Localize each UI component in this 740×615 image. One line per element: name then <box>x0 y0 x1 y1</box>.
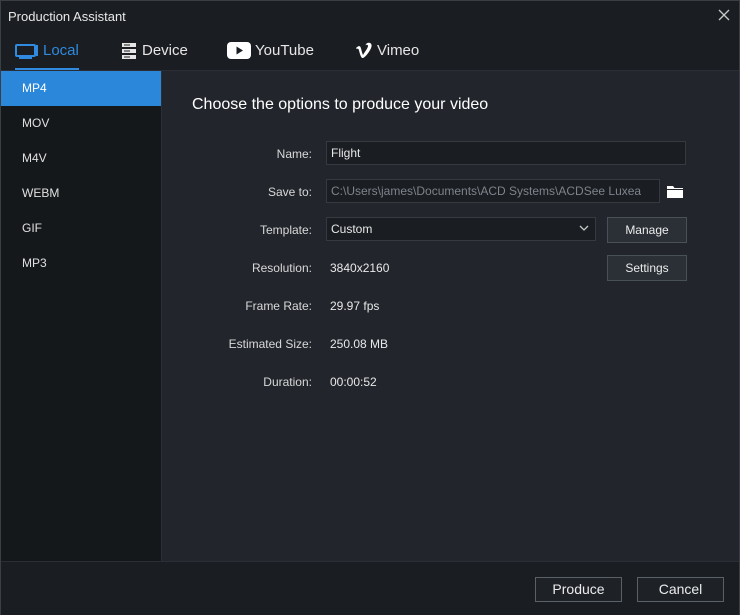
chevron-down-icon <box>579 225 589 231</box>
close-icon[interactable] <box>717 8 731 22</box>
format-item-m4v[interactable]: M4V <box>1 141 161 176</box>
monitor-icon <box>15 42 39 60</box>
duration-value: 00:00:52 <box>330 375 377 389</box>
dialog-footer: Produce Cancel <box>1 561 739 615</box>
estimated-size-value: 250.08 MB <box>330 337 389 351</box>
name-field[interactable]: Flight <box>326 141 686 165</box>
vimeo-icon <box>355 42 373 60</box>
tab-vimeo[interactable]: Vimeo <box>355 31 419 70</box>
tab-device-label: Device <box>142 42 188 59</box>
production-assistant-window: Production Assistant Local Device YouTub… <box>0 0 740 615</box>
manage-button[interactable]: Manage <box>607 217 687 243</box>
estimated-size-label: Estimated Size: <box>228 337 312 351</box>
save-to-field[interactable]: C:\Users\james\Documents\ACD Systems\ACD… <box>326 179 660 203</box>
folder-icon[interactable] <box>667 185 683 198</box>
page-title: Choose the options to produce your video <box>192 96 489 113</box>
destination-tabs: Local Device YouTube Vimeo <box>1 31 739 71</box>
window-title: Production Assistant <box>8 9 126 24</box>
format-item-mp3[interactable]: MP3 <box>1 246 161 281</box>
resolution-value: 3840x2160 <box>330 261 390 275</box>
format-item-mp4[interactable]: MP4 <box>1 71 161 106</box>
duration-label: Duration: <box>263 375 312 389</box>
format-item-mov[interactable]: MOV <box>1 106 161 141</box>
tab-vimeo-label: Vimeo <box>377 42 420 59</box>
format-item-webm[interactable]: WEBM <box>1 176 161 211</box>
device-icon <box>120 42 138 60</box>
tab-device[interactable]: Device <box>120 31 188 70</box>
frame-rate-label: Frame Rate: <box>245 299 312 313</box>
settings-button[interactable]: Settings <box>607 255 687 281</box>
template-label: Template: <box>259 223 312 237</box>
save-to-label: Save to: <box>267 185 312 199</box>
tab-local[interactable]: Local <box>15 31 79 70</box>
format-item-gif[interactable]: GIF <box>1 211 161 246</box>
cancel-button[interactable]: Cancel <box>637 577 724 602</box>
youtube-icon <box>227 42 251 59</box>
tab-youtube[interactable]: YouTube <box>227 31 314 70</box>
resolution-label: Resolution: <box>251 261 312 275</box>
tab-local-label: Local <box>43 42 79 59</box>
options-panel: Choose the options to produce your video… <box>162 71 739 561</box>
template-select[interactable]: Custom <box>326 217 596 241</box>
produce-button[interactable]: Produce <box>535 577 622 602</box>
template-select-value: Custom <box>331 222 373 236</box>
frame-rate-value: 29.97 fps <box>330 299 380 313</box>
name-label: Name: <box>276 147 312 161</box>
format-list: MP4 MOV M4V WEBM GIF MP3 <box>1 71 162 561</box>
tab-youtube-label: YouTube <box>255 42 314 59</box>
title-bar: Production Assistant <box>1 1 739 31</box>
